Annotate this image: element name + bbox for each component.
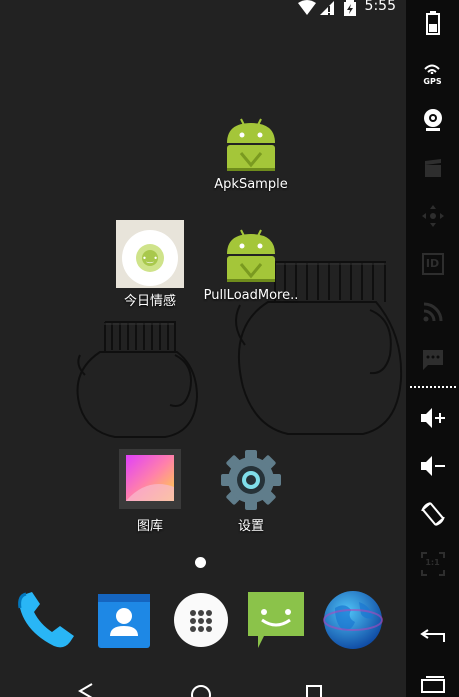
home-icon[interactable] <box>188 682 214 697</box>
tool-network[interactable] <box>406 292 459 332</box>
app-label: 今日情感 <box>123 294 176 309</box>
dpad-icon <box>421 205 444 227</box>
message-icon <box>422 350 443 370</box>
android-robot-icon <box>227 118 275 171</box>
gps-icon <box>424 64 441 74</box>
app-drawer-icon[interactable] <box>169 588 233 652</box>
tool-home[interactable] <box>406 664 459 697</box>
gallery-icon <box>119 449 181 509</box>
tool-volume-up[interactable] <box>406 398 459 438</box>
page-indicator <box>195 557 206 568</box>
volume-down-icon <box>420 456 445 476</box>
emotion-app-icon: •‿• <box>116 220 184 288</box>
tool-camera[interactable] <box>406 100 459 140</box>
tool-battery[interactable] <box>406 3 459 43</box>
webcam-icon <box>423 109 442 131</box>
scale-1-1-icon: 1:1 <box>420 552 445 576</box>
gps-label: GPS <box>423 76 442 86</box>
tool-dpad[interactable] <box>406 196 459 236</box>
tool-pixel-perfect[interactable]: 1:1 <box>406 544 459 584</box>
tool-sms[interactable] <box>406 340 459 380</box>
tool-back[interactable] <box>406 616 459 656</box>
tool-screencast[interactable] <box>406 148 459 188</box>
app-gallery[interactable]: 图库 <box>102 447 198 534</box>
tool-identifiers[interactable]: ID <box>406 244 459 284</box>
scale-label: 1:1 <box>425 558 440 567</box>
rotate-icon <box>420 502 445 526</box>
clapperboard-icon <box>424 159 441 177</box>
signal-no-data-icon <box>320 1 334 15</box>
status-bar: 5:55 <box>0 0 406 16</box>
app-pullloadmore[interactable]: PullLoadMore.. <box>203 224 299 303</box>
tool-gps[interactable]: GPS <box>406 52 459 92</box>
browser-globe-icon[interactable] <box>321 588 385 652</box>
id-icon: ID <box>421 253 444 275</box>
app-label: 图库 <box>136 519 163 534</box>
status-clock: 5:55 <box>364 0 396 14</box>
navigation-bar <box>0 672 406 697</box>
app-emotion[interactable]: •‿• 今日情感 <box>102 220 198 309</box>
back-icon[interactable] <box>74 682 98 697</box>
app-label: 设置 <box>237 519 264 534</box>
rss-icon <box>423 302 442 322</box>
app-label: ApkSample <box>214 177 288 192</box>
app-label: PullLoadMore.. <box>203 288 299 303</box>
contacts-icon[interactable] <box>92 588 156 652</box>
wifi-icon <box>298 0 316 15</box>
messaging-icon[interactable] <box>244 588 308 652</box>
volume-up-icon <box>420 408 445 428</box>
svg-text:•‿•: •‿• <box>142 254 158 263</box>
app-settings[interactable]: 设置 <box>203 447 299 534</box>
settings-gear-icon <box>221 450 281 510</box>
app-apksample[interactable]: ApkSample <box>203 113 299 192</box>
home-rect-icon <box>420 676 445 693</box>
emulator-toolbar: GPS ID 1:1 <box>406 0 459 697</box>
battery-charging-icon <box>344 0 356 16</box>
phone-icon[interactable] <box>14 588 78 652</box>
tool-rotate[interactable] <box>406 494 459 534</box>
toolbar-divider <box>410 386 456 388</box>
back-arrow-icon <box>419 629 445 642</box>
tool-volume-down[interactable] <box>406 446 459 486</box>
id-label: ID <box>425 257 440 270</box>
android-robot-icon <box>227 229 275 282</box>
battery-icon <box>425 11 440 35</box>
device-screen: 5:55 ApkSample •‿• 今日情感 PullLoadMore.. 图… <box>0 0 406 697</box>
recents-icon[interactable] <box>303 684 325 697</box>
